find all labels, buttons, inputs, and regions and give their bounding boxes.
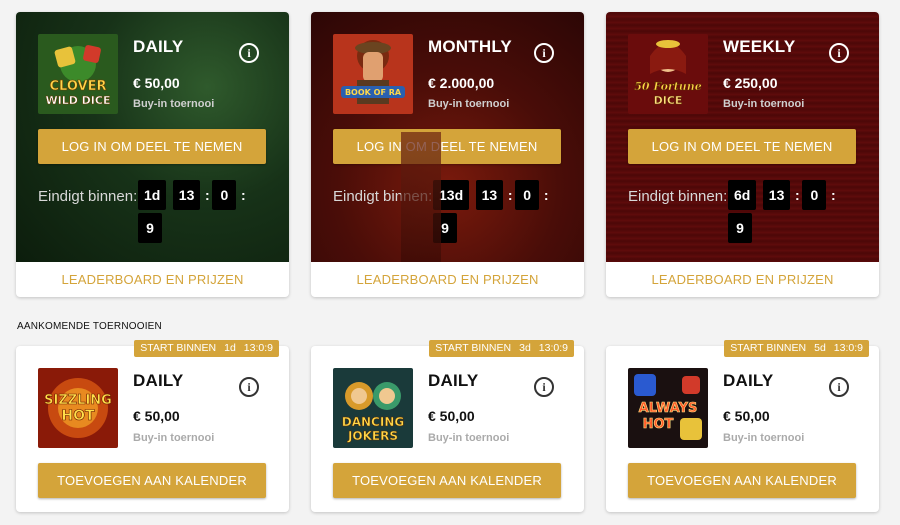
timer-seconds: 9	[138, 213, 162, 243]
svg-text:DICE: DICE	[654, 94, 683, 107]
tournament-card-daily: CLOVER WILD DICE DAILY i € 50,00 Buy-in …	[16, 12, 289, 297]
tournament-hero: 50 Fortune DICE WEEKLY i € 250,00 Buy-in…	[606, 12, 879, 262]
always-hot-cubes-thumbnail[interactable]: ALWAYS HOT	[628, 368, 708, 448]
tournament-amount: € 50,00	[133, 408, 180, 424]
tournament-amount: € 50,00	[133, 75, 180, 91]
badge-days: 3d	[519, 342, 531, 354]
badge-label: START BINNEN	[140, 342, 217, 354]
timer-hours: 13	[762, 180, 791, 210]
tournament-title: DAILY	[133, 37, 184, 56]
countdown-timer: 1d 13:0: 9	[138, 180, 278, 246]
countdown-timer: 6d 13:0: 9	[728, 180, 868, 246]
svg-text:WILD DICE: WILD DICE	[45, 94, 110, 107]
timer-days: 1d	[138, 180, 167, 210]
upcoming-tournament-card: START BINNEN 3d 13:0:9 DANCING JOKERS DAIL…	[311, 340, 584, 512]
leaderboard-link[interactable]: LEADERBOARD EN PRIJZEN	[311, 262, 584, 297]
timer-seconds: 9	[728, 213, 752, 243]
timer-days: 13d	[433, 180, 470, 210]
tournament-card-monthly: BOOK OF RA MONTHLY i € 2.000,00 Buy-in t…	[311, 12, 584, 297]
badge-time: 13:0:9	[538, 342, 568, 354]
upcoming-tournament-card: START BINNEN 5d 13:0:9 ALWAYS HOT DAILY i …	[606, 340, 879, 512]
ends-in-label: Eindigt binnen:	[38, 188, 138, 205]
tournament-subtitle: Buy-in toernooi	[133, 98, 215, 110]
login-to-join-button[interactable]: LOG IN OM DEEL TE NEMEN	[38, 129, 266, 164]
tournament-amount: € 50,00	[723, 408, 770, 424]
fortune-dice-thumbnail[interactable]: 50 Fortune DICE	[628, 34, 708, 114]
tournament-title: DAILY	[428, 371, 479, 390]
timer-minutes: 0	[212, 180, 237, 210]
upcoming-tournaments-heading: AANKOMENDE TOERNOOIEN	[17, 321, 162, 332]
leaderboard-link[interactable]: LEADERBOARD EN PRIJZEN	[16, 262, 289, 297]
badge-days: 1d	[224, 342, 236, 354]
tournament-subtitle: Buy-in toernooi	[133, 432, 215, 444]
tournament-subtitle: Buy-in toernooi	[723, 98, 805, 110]
timer-hours: 13	[475, 180, 504, 210]
dancing-jokers-thumbnail[interactable]: DANCING JOKERS	[333, 368, 413, 448]
login-to-join-button[interactable]: LOG IN OM DEEL TE NEMEN	[628, 129, 856, 164]
svg-text:HOT: HOT	[643, 417, 674, 432]
timer-hours: 13	[172, 180, 201, 210]
add-to-calendar-button[interactable]: TOEVOEGEN AAN KALENDER	[333, 463, 561, 498]
starts-in-badge: START BINNEN 3d 13:0:9	[429, 340, 574, 357]
info-icon[interactable]: i	[239, 43, 259, 63]
svg-text:50 Fortune: 50 Fortune	[634, 80, 702, 93]
info-icon[interactable]: i	[829, 377, 849, 397]
book-of-ra-thumbnail[interactable]: BOOK OF RA	[333, 34, 413, 114]
badge-time: 13:0:9	[243, 342, 273, 354]
starts-in-badge: START BINNEN 5d 13:0:9	[724, 340, 869, 357]
timer-seconds: 9	[433, 213, 457, 243]
tournament-subtitle: Buy-in toernooi	[428, 432, 510, 444]
tournament-title: DAILY	[133, 371, 184, 390]
svg-text:BOOK OF RA: BOOK OF RA	[345, 88, 402, 97]
countdown-timer: 13d 13:0: 9	[433, 180, 573, 246]
add-to-calendar-button[interactable]: TOEVOEGEN AAN KALENDER	[628, 463, 856, 498]
tournament-hero: BOOK OF RA MONTHLY i € 2.000,00 Buy-in t…	[311, 12, 584, 262]
tournament-amount: € 2.000,00	[428, 75, 495, 91]
badge-label: START BINNEN	[435, 342, 512, 354]
tournament-hero: CLOVER WILD DICE DAILY i € 50,00 Buy-in …	[16, 12, 289, 262]
sizzling-hot-thumbnail[interactable]: SIZZLING HOT	[38, 368, 118, 448]
tournament-title: MONTHLY	[428, 37, 512, 56]
info-icon[interactable]: i	[829, 43, 849, 63]
tournament-subtitle: Buy-in toernooi	[723, 432, 805, 444]
timer-minutes: 0	[515, 180, 540, 210]
add-to-calendar-button[interactable]: TOEVOEGEN AAN KALENDER	[38, 463, 266, 498]
tournament-card-weekly: 50 Fortune DICE WEEKLY i € 250,00 Buy-in…	[606, 12, 879, 297]
svg-text:SIZZLING: SIZZLING	[44, 393, 112, 408]
svg-text:CLOVER: CLOVER	[49, 79, 106, 94]
ends-in-label: Eindigt binnen:	[333, 188, 433, 205]
tournament-subtitle: Buy-in toernooi	[428, 98, 510, 110]
login-to-join-button[interactable]: LOG IN OM DEEL TE NEMEN	[333, 129, 561, 164]
wild-clover-dice-thumbnail[interactable]: CLOVER WILD DICE	[38, 34, 118, 114]
svg-text:DANCING: DANCING	[342, 415, 404, 429]
tournament-amount: € 250,00	[723, 75, 778, 91]
badge-days: 5d	[814, 342, 826, 354]
upcoming-tournament-card: START BINNEN 1d 13:0:9 SIZZLING HOT DAILY …	[16, 340, 289, 512]
tournament-title: WEEKLY	[723, 37, 796, 56]
info-icon[interactable]: i	[534, 43, 554, 63]
badge-time: 13:0:9	[833, 342, 863, 354]
info-icon[interactable]: i	[534, 377, 554, 397]
ends-in-label: Eindigt binnen:	[628, 188, 728, 205]
starts-in-badge: START BINNEN 1d 13:0:9	[134, 340, 279, 357]
timer-days: 6d	[728, 180, 757, 210]
svg-text:ALWAYS: ALWAYS	[639, 401, 698, 416]
info-icon[interactable]: i	[239, 377, 259, 397]
leaderboard-link[interactable]: LEADERBOARD EN PRIJZEN	[606, 262, 879, 297]
svg-text:JOKERS: JOKERS	[347, 429, 398, 443]
timer-minutes: 0	[802, 180, 827, 210]
badge-label: START BINNEN	[730, 342, 807, 354]
tournament-title: DAILY	[723, 371, 774, 390]
tournaments-page: CLOVER WILD DICE DAILY i € 50,00 Buy-in …	[0, 0, 900, 525]
tournament-amount: € 50,00	[428, 408, 475, 424]
svg-text:HOT: HOT	[61, 408, 95, 424]
